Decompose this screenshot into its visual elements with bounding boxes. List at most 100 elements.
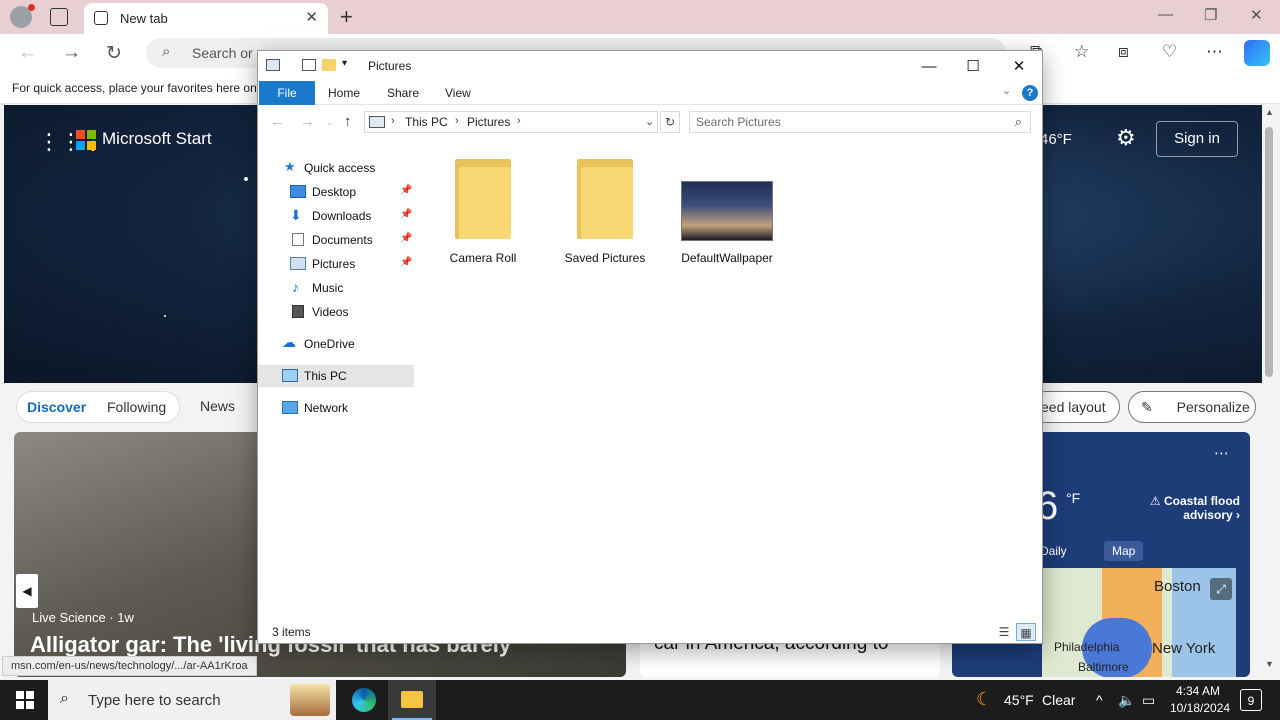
file-item[interactable]: Camera Roll	[428, 157, 538, 267]
ribbon-tabs: File Home Share View ⌄ ?	[258, 81, 1042, 105]
refresh-icon[interactable]: ↻	[106, 42, 122, 65]
settings-gear-icon[interactable]: ⚙	[1116, 125, 1136, 151]
pin-icon[interactable]: 📌	[400, 257, 412, 268]
explorer-search-box[interactable]: ⌕	[689, 111, 1031, 133]
carousel-prev-icon[interactable]: ◀	[16, 574, 38, 608]
breadcrumb-pictures[interactable]: Pictures	[467, 115, 510, 129]
show-hidden-icons-icon[interactable]: ^	[1096, 692, 1103, 708]
weather-tab-daily[interactable]: Daily	[1040, 544, 1067, 558]
address-dropdown-icon[interactable]: ⌄	[645, 115, 654, 128]
sign-in-button[interactable]: Sign in	[1156, 121, 1238, 157]
page-scrollbar[interactable]: ▲ ▼	[1262, 105, 1278, 677]
network-status-icon[interactable]: ▭	[1142, 692, 1155, 709]
breadcrumb-sep-icon: ›	[391, 115, 395, 127]
weather-map[interactable]: Boston Philadelphia New York Baltimore ⤢	[1042, 568, 1236, 677]
close-window-icon[interactable]: ✕	[1250, 6, 1263, 24]
nav-documents[interactable]: Documents 📌	[258, 229, 414, 251]
ribbon-tab-file[interactable]: File	[259, 81, 315, 105]
window-icon[interactable]	[266, 59, 280, 71]
large-icons-view-icon[interactable]: ▦	[1016, 623, 1036, 641]
volume-icon[interactable]: 🔈	[1118, 692, 1135, 709]
new-tab-icon[interactable]: +	[340, 4, 353, 30]
back-icon[interactable]: ←	[18, 42, 37, 64]
browser-essentials-icon[interactable]: ♡	[1162, 42, 1177, 62]
weather-icon[interactable]: ☾	[976, 689, 992, 710]
more-menu-icon[interactable]: ⋯	[1206, 42, 1223, 62]
profile-avatar[interactable]	[10, 4, 35, 28]
explorer-title-bar[interactable]: ▾ Pictures — ☐ ✕	[258, 51, 1042, 81]
nav-network[interactable]: Network	[258, 397, 414, 419]
tab-news[interactable]: News	[200, 391, 235, 423]
expand-ribbon-icon[interactable]: ⌄	[1002, 84, 1011, 97]
pin-icon[interactable]: 📌	[400, 185, 412, 196]
explorer-close-icon[interactable]: ✕	[996, 54, 1042, 80]
address-row: ← → ⌄ ↑ › This PC › Pictures › ⌄ ↻ ⌕	[258, 107, 1042, 137]
copilot-icon[interactable]	[1244, 40, 1270, 66]
folder-icon	[455, 159, 511, 239]
scrollbar-thumb[interactable]	[1265, 127, 1273, 377]
up-level-icon[interactable]: ↑	[344, 113, 352, 130]
forward-icon[interactable]: →	[62, 42, 81, 64]
nav-this-pc[interactable]: This PC	[258, 365, 414, 387]
notification-count: 9	[1247, 694, 1255, 708]
nav-desktop[interactable]: Desktop 📌	[258, 181, 414, 203]
favorites-icon[interactable]: ☆	[1074, 42, 1089, 62]
close-tab-icon[interactable]: ✕	[305, 8, 318, 26]
new-folder-icon[interactable]	[322, 59, 336, 71]
explorer-forward-icon[interactable]: →	[300, 113, 315, 130]
pin-icon[interactable]: 📌	[400, 209, 412, 220]
file-item[interactable]: Saved Pictures	[550, 157, 660, 267]
pin-icon[interactable]: 📌	[400, 233, 412, 244]
nav-videos[interactable]: Videos	[258, 301, 414, 323]
nav-pictures[interactable]: Pictures 📌	[258, 253, 414, 275]
taskbar-weather-condition[interactable]: Clear	[1042, 692, 1075, 708]
windows-start-icon[interactable]	[16, 691, 34, 709]
properties-icon[interactable]	[302, 59, 316, 71]
scroll-down-icon[interactable]: ▼	[1265, 659, 1274, 669]
scroll-up-icon[interactable]: ▲	[1265, 107, 1274, 117]
nav-quick-access[interactable]: ★ Quick access	[258, 157, 414, 179]
taskbar-search[interactable]: ⌕ Type here to search	[48, 680, 336, 720]
help-icon[interactable]: ?	[1022, 85, 1038, 101]
expand-map-icon[interactable]: ⤢	[1210, 578, 1232, 600]
taskbar-file-explorer[interactable]	[388, 680, 436, 720]
minimize-icon[interactable]: —	[1158, 6, 1173, 23]
feed-layout-button[interactable]: eed layout	[1030, 391, 1120, 423]
ribbon-tab-share[interactable]: Share	[387, 81, 419, 105]
explorer-address-bar[interactable]: › This PC › Pictures › ⌄	[364, 111, 658, 133]
explorer-back-icon[interactable]: ←	[270, 113, 285, 130]
taskbar-weather-temp[interactable]: 45°F	[1004, 692, 1034, 708]
nav-onedrive[interactable]: ☁ OneDrive	[258, 333, 414, 355]
tab-discover[interactable]: Discover	[27, 392, 86, 422]
explorer-minimize-icon[interactable]: —	[906, 54, 952, 80]
weather-more-icon[interactable]: ⋯	[1214, 444, 1229, 462]
ribbon-tab-home[interactable]: Home	[328, 81, 360, 105]
taskbar-clock[interactable]: 4:34 AM 10/18/2024	[1170, 683, 1230, 717]
customize-qat-icon[interactable]: ▾	[342, 58, 347, 69]
explorer-maximize-icon[interactable]: ☐	[950, 54, 996, 80]
weather-alert[interactable]: ⚠ Coastal flood advisory ›	[1130, 494, 1240, 522]
explorer-search-input[interactable]	[696, 115, 996, 129]
notifications-icon[interactable]: 9	[1240, 689, 1262, 711]
browser-tab-new-tab[interactable]: New tab ✕	[84, 3, 328, 34]
details-view-icon[interactable]: ☰	[994, 623, 1014, 641]
file-item[interactable]: DefaultWallpaper	[672, 157, 782, 267]
tab-actions-icon[interactable]	[50, 8, 68, 26]
map-city-baltimore: Baltimore	[1078, 660, 1129, 674]
weather-temp[interactable]: 46°F	[1040, 131, 1072, 148]
ribbon-tab-view[interactable]: View	[445, 81, 471, 105]
collections-icon[interactable]: ⧈	[1118, 42, 1129, 62]
tab-following[interactable]: Following	[107, 392, 166, 422]
explorer-refresh-icon[interactable]: ↻	[660, 111, 680, 133]
personalize-button[interactable]: ✎ Personalize	[1128, 391, 1256, 423]
microsoft-start-brand[interactable]: Microsoft Start	[102, 129, 212, 149]
weather-tab-map[interactable]: Map	[1104, 541, 1144, 561]
nav-music[interactable]: ♪ Music	[258, 277, 414, 299]
taskbar-edge[interactable]	[339, 680, 387, 720]
recent-locations-icon[interactable]: ⌄	[326, 117, 334, 128]
file-explorer-icon	[401, 691, 423, 708]
search-icon: ⌕	[60, 690, 69, 707]
breadcrumb-this-pc[interactable]: This PC	[405, 115, 448, 129]
restore-icon[interactable]: ❐	[1204, 6, 1217, 24]
nav-downloads[interactable]: ⬇ Downloads 📌	[258, 205, 414, 227]
